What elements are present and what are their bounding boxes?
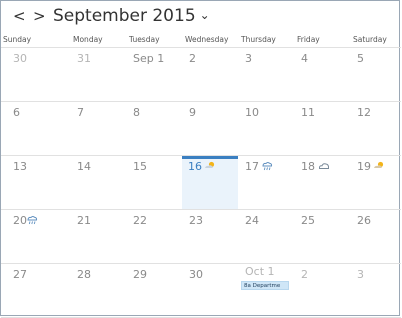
day-number: 3 [357, 268, 364, 281]
day-cell[interactable]: 30 [177, 264, 233, 317]
day-cell[interactable]: 2 [177, 48, 233, 101]
day-cell[interactable]: 8 [121, 102, 177, 155]
day-number: 15 [133, 160, 147, 173]
day-cell[interactable]: 3 [345, 264, 401, 317]
day-cell[interactable]: 14 [65, 156, 121, 209]
day-number: 17 [245, 160, 259, 173]
day-cell[interactable]: 4 [289, 48, 345, 101]
week-row: 13 14 15 16 17 18 19 [1, 156, 401, 210]
day-cell[interactable]: 9 [177, 102, 233, 155]
day-number: 9 [189, 106, 196, 119]
week-row: 20 21 22 23 24 25 26 [1, 210, 401, 264]
day-number: 25 [301, 214, 315, 227]
rain-icon [26, 215, 38, 225]
day-number: 7 [77, 106, 84, 119]
day-cell[interactable]: 26 [345, 210, 401, 263]
chevron-down-icon: ⌄ [199, 8, 210, 22]
day-number: 2 [189, 52, 196, 65]
day-number: 11 [301, 106, 315, 119]
month-grid: 30 31 Sep 1 2 3 4 5 6 7 8 9 10 11 12 13 … [1, 48, 401, 318]
day-number: Sep 1 [133, 52, 165, 65]
day-cell[interactable]: 6 [9, 102, 65, 155]
weekday-header: Sunday Monday Tuesday Wednesday Thursday… [1, 33, 401, 48]
day-number: 20 [13, 214, 27, 227]
day-number: 3 [245, 52, 252, 65]
weekday-thursday: Thursday [241, 35, 276, 44]
calendar-header: < > September 2015 ⌄ [1, 1, 401, 31]
day-cell[interactable]: 29 [121, 264, 177, 317]
day-cell[interactable]: 3 [233, 48, 289, 101]
day-cell[interactable]: 21 [65, 210, 121, 263]
day-number: 21 [77, 214, 91, 227]
day-number: 27 [13, 268, 27, 281]
next-month-button[interactable]: > [33, 7, 46, 25]
day-cell[interactable]: 12 [345, 102, 401, 155]
day-cell[interactable]: 25 [289, 210, 345, 263]
day-cell[interactable]: Oct 1 8a Departme [233, 264, 289, 317]
day-number: 18 [301, 160, 315, 173]
day-number: 29 [133, 268, 147, 281]
day-number: 8 [133, 106, 140, 119]
day-cell[interactable]: 15 [121, 156, 177, 209]
weekday-monday: Monday [73, 35, 103, 44]
weekday-saturday: Saturday [353, 35, 387, 44]
weekday-sunday: Sunday [3, 35, 32, 44]
day-number: 28 [77, 268, 91, 281]
rain-icon [261, 161, 273, 171]
day-number: 24 [245, 214, 259, 227]
day-number: 5 [357, 52, 364, 65]
day-number: Oct 1 [245, 265, 275, 278]
month-title-dropdown[interactable]: September 2015 ⌄ [53, 6, 210, 27]
day-number: 31 [77, 52, 91, 65]
day-cell[interactable]: 28 [65, 264, 121, 317]
day-cell[interactable]: 5 [345, 48, 401, 101]
day-cell[interactable]: 10 [233, 102, 289, 155]
day-number: 26 [357, 214, 371, 227]
day-number: 4 [301, 52, 308, 65]
calendar-event[interactable]: 8a Departme [241, 281, 289, 290]
day-cell[interactable]: 13 [9, 156, 65, 209]
partly-sunny-icon [204, 160, 216, 170]
previous-month-button[interactable]: < [13, 7, 26, 25]
day-cell[interactable]: 2 [289, 264, 345, 317]
day-cell[interactable]: 27 [9, 264, 65, 317]
cloudy-icon [318, 161, 330, 171]
day-number: 13 [13, 160, 27, 173]
day-cell[interactable]: 20 [9, 210, 65, 263]
week-row: 30 31 Sep 1 2 3 4 5 [1, 48, 401, 102]
day-number: 16 [188, 160, 202, 173]
day-number: 30 [13, 52, 27, 65]
partly-sunny-icon [373, 160, 385, 170]
day-cell[interactable]: 22 [121, 210, 177, 263]
day-cell[interactable]: 17 [238, 156, 289, 209]
day-cell[interactable]: 24 [233, 210, 289, 263]
day-number: 2 [301, 268, 308, 281]
day-cell[interactable]: 18 [289, 156, 345, 209]
week-row: 27 28 29 30 Oct 1 8a Departme 2 3 [1, 264, 401, 318]
day-number: 14 [77, 160, 91, 173]
day-number: 12 [357, 106, 371, 119]
day-cell[interactable]: 23 [177, 210, 233, 263]
weekday-wednesday: Wednesday [185, 35, 229, 44]
week-row: 6 7 8 9 10 11 12 [1, 102, 401, 156]
day-cell[interactable]: 30 [9, 48, 65, 101]
day-number: 22 [133, 214, 147, 227]
day-cell[interactable]: 31 [65, 48, 121, 101]
day-cell[interactable]: Sep 1 [121, 48, 177, 101]
day-cell[interactable]: 7 [65, 102, 121, 155]
day-number: 23 [189, 214, 203, 227]
day-cell-selected[interactable]: 16 [182, 156, 238, 209]
month-title: September 2015 [53, 6, 196, 26]
day-number: 6 [13, 106, 20, 119]
day-number: 19 [357, 160, 371, 173]
day-cell[interactable]: 19 [345, 156, 401, 209]
weekday-friday: Friday [297, 35, 320, 44]
weekday-tuesday: Tuesday [129, 35, 160, 44]
day-number: 30 [189, 268, 203, 281]
calendar-window: < > September 2015 ⌄ Sunday Monday Tuesda… [0, 0, 401, 318]
day-number: 10 [245, 106, 259, 119]
day-cell[interactable]: 11 [289, 102, 345, 155]
